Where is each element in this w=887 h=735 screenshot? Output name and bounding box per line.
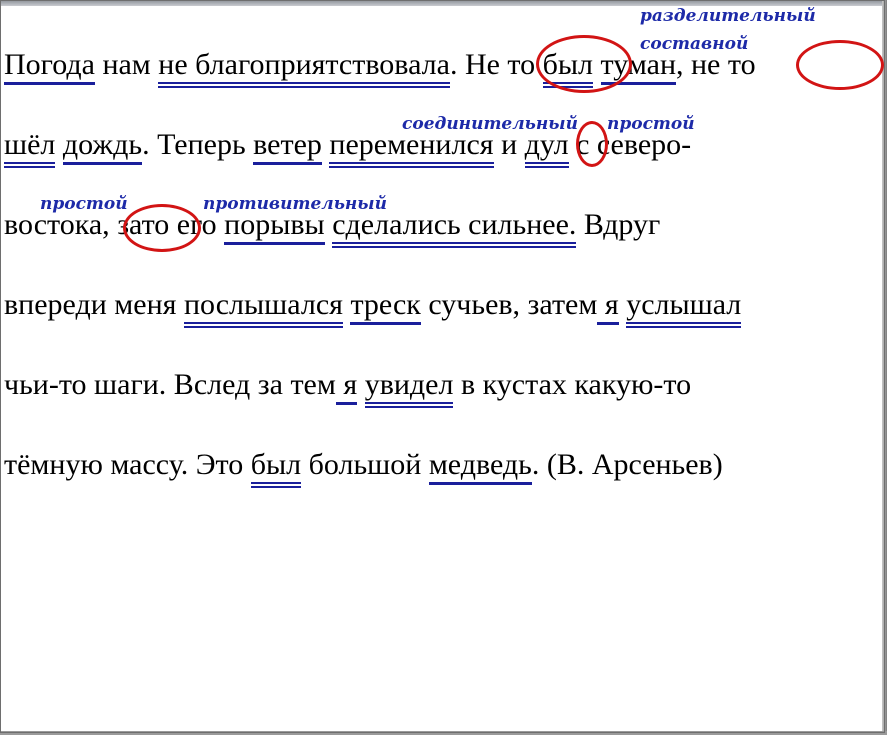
text-fragment: востока, — [4, 208, 118, 241]
predicate-word: дул — [524, 128, 569, 168]
text-fragment: . Теперь — [142, 128, 254, 161]
predicate-word: сделались сильнее. — [332, 208, 577, 248]
predicate-word: не благоприятствовала — [158, 48, 450, 88]
subject-word: я — [597, 288, 619, 325]
text-fragment: Вдруг — [576, 208, 661, 241]
conjunction-word: Не то — [457, 48, 543, 81]
text-fragment: большой — [301, 448, 429, 481]
conjunction-circle-ne-to-2 — [796, 40, 884, 90]
conjunction-circle-zato — [123, 204, 201, 252]
text-line-1: Погода нам не благоприятствовала. Не то … — [4, 48, 756, 88]
predicate-word: шёл — [4, 128, 56, 168]
text-line-3: востока, зато его порывы сделались сильн… — [4, 208, 661, 248]
text-fragment: впереди меня — [4, 288, 184, 321]
document-frame — [0, 0, 885, 733]
text-fragment: нам — [94, 48, 159, 81]
subject-word: я — [335, 368, 358, 405]
text-fragment: сучьев, затем — [420, 288, 598, 321]
subject-word: медведь — [428, 448, 532, 485]
text-fragment: , — [676, 48, 691, 81]
predicate-word: послышался — [183, 288, 343, 328]
text-fragment: . (В. Арсеньев) — [531, 448, 723, 481]
annotation-razdelitelny: разделительный — [640, 6, 816, 26]
text-line-6: тёмную массу. Это был большой медведь. (… — [4, 448, 723, 488]
text-fragment: тёмную массу. Это — [4, 448, 251, 481]
text-line-4: впереди меня послышался треск сучьев, за… — [4, 288, 742, 328]
subject-word: ветер — [253, 128, 322, 165]
text-fragment — [357, 368, 365, 401]
conjunction-word: не то — [691, 48, 756, 81]
subject-word: треск — [350, 288, 421, 325]
conjunction-circle-ne-to-1 — [536, 35, 632, 93]
text-fragment: в кустах какую-то — [453, 368, 692, 401]
text-fragment: чьи-то шаги. Вслед за тем — [4, 368, 336, 401]
conjunction-circle-i — [576, 121, 608, 167]
predicate-word: был — [250, 448, 302, 488]
predicate-word: переменился — [329, 128, 494, 168]
text-fragment — [55, 128, 63, 161]
conjunction-word: и — [493, 128, 525, 161]
predicate-word: увидел — [364, 368, 454, 408]
predicate-word: услышал — [626, 288, 742, 328]
subject-word: Погода — [4, 48, 95, 85]
subject-word: порывы — [224, 208, 325, 245]
text-line-5: чьи-то шаги. Вслед за тем я увидел в кус… — [4, 368, 692, 408]
subject-word: дождь — [62, 128, 143, 165]
